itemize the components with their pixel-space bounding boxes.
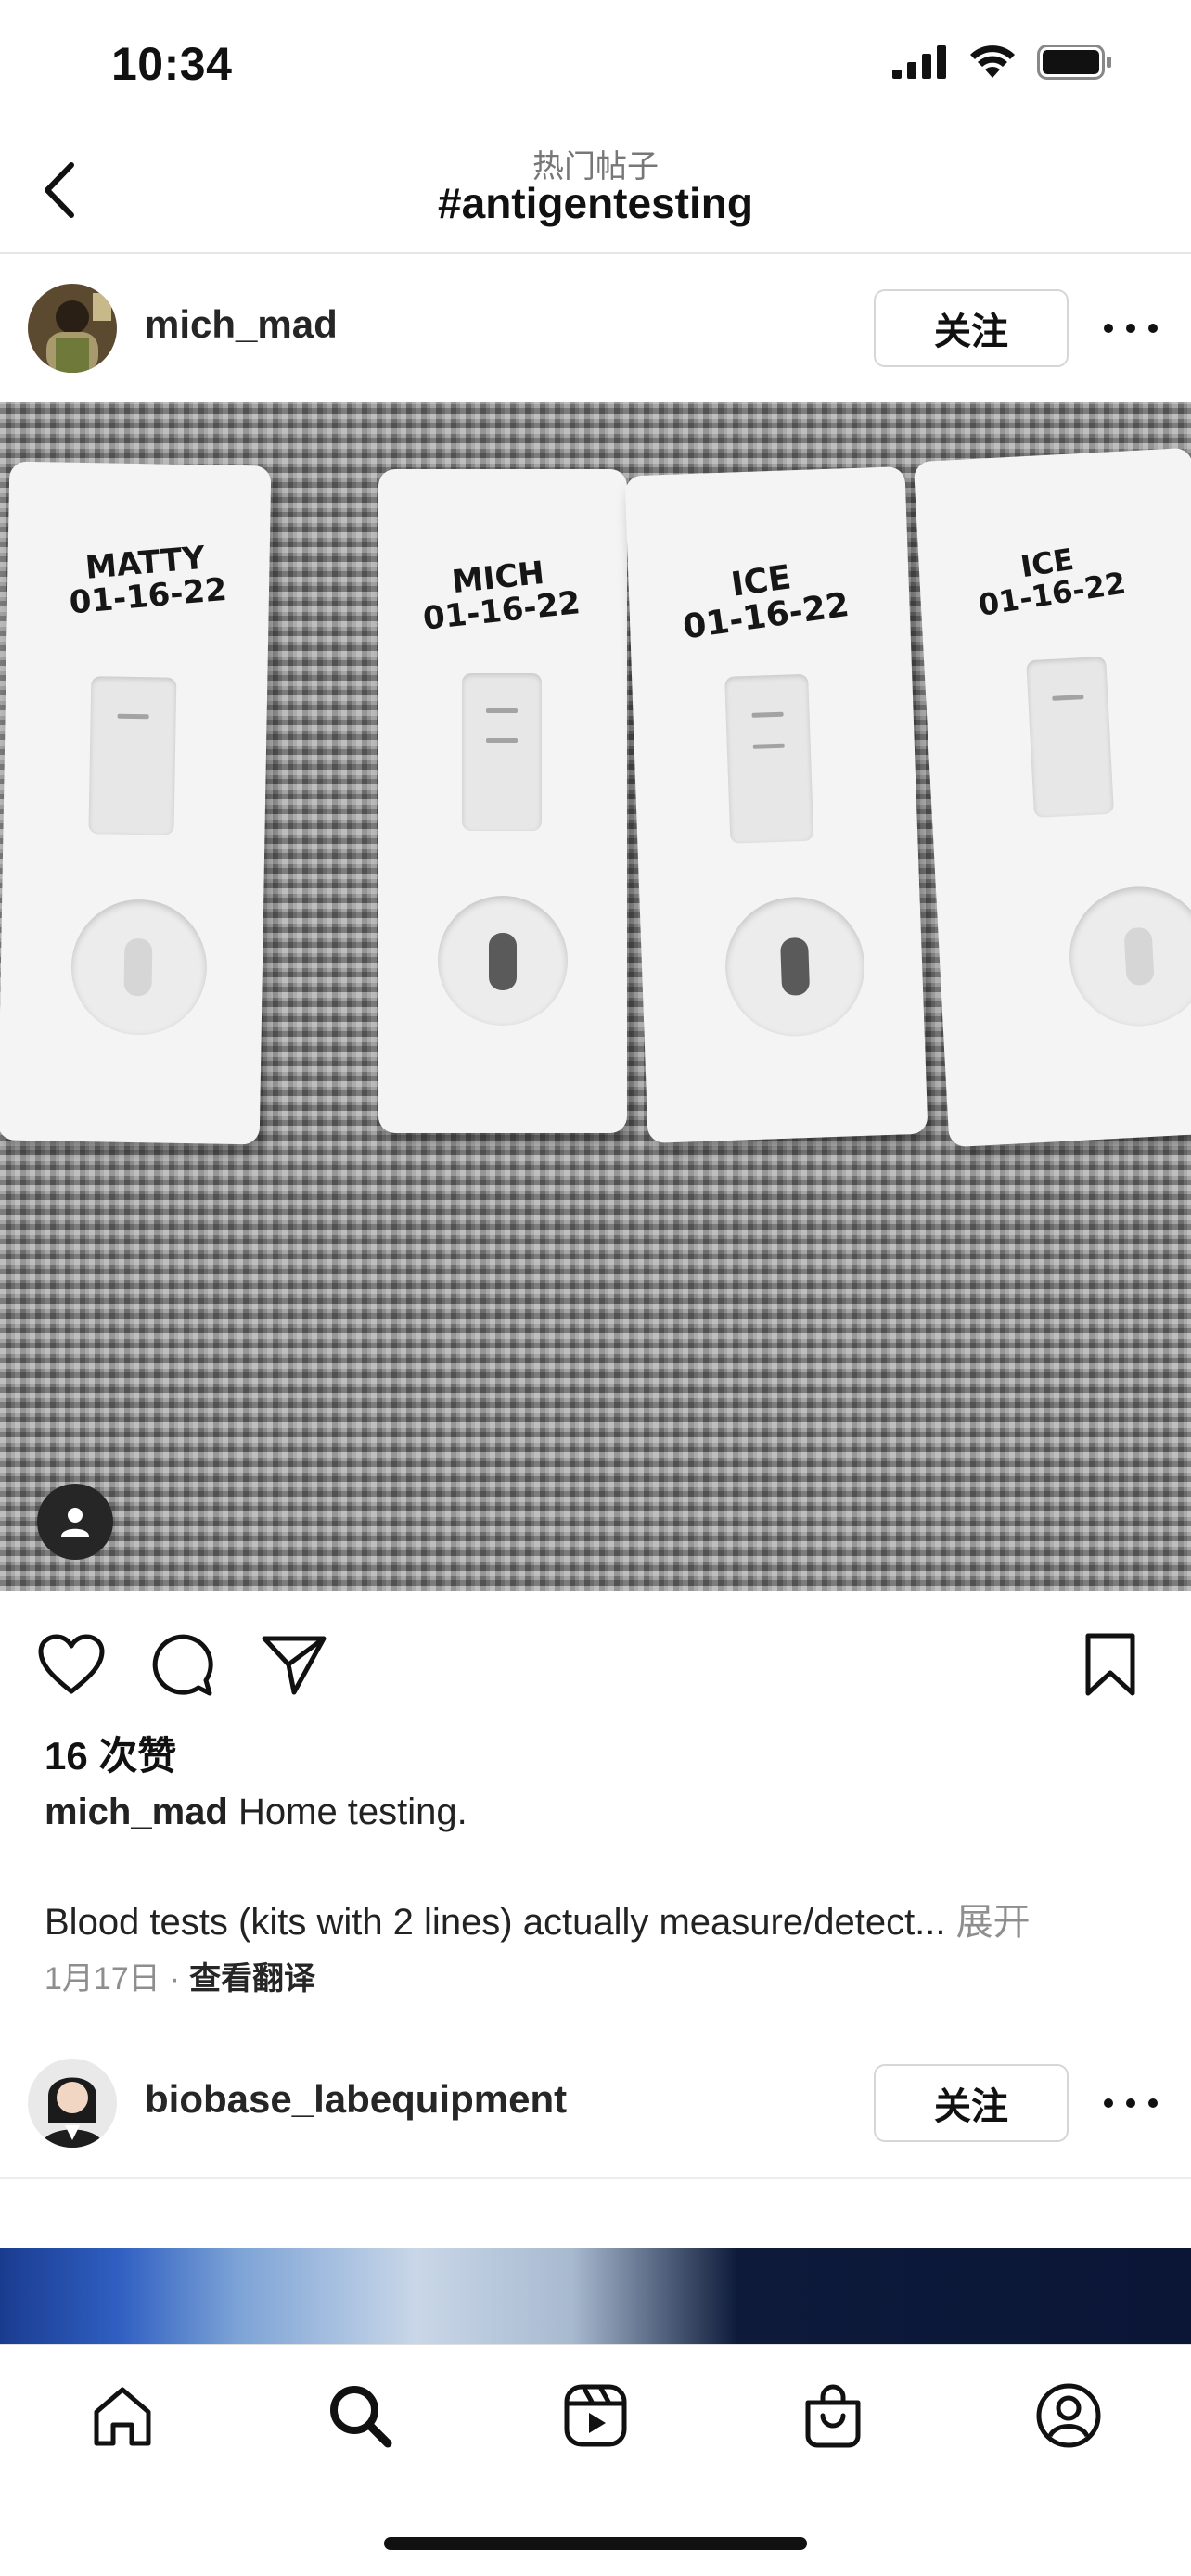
- bookmark-icon: [1085, 1633, 1135, 1696]
- person-icon: [61, 1508, 89, 1537]
- like-count[interactable]: 16 次赞: [45, 1725, 176, 1781]
- test-kit-1: MATTY 01-16-22: [0, 461, 272, 1145]
- post-caption: mich_mad Home testing.: [45, 1792, 467, 1833]
- tab-shop[interactable]: [796, 2378, 870, 2453]
- status-icons: [892, 45, 1113, 80]
- next-post-username[interactable]: biobase_labequipment: [145, 2077, 567, 2122]
- caption-username[interactable]: mich_mad: [45, 1792, 228, 1832]
- battery-icon: [1037, 45, 1111, 80]
- comment-button[interactable]: [147, 1628, 219, 1701]
- kit-label-3: ICE 01-16-22: [680, 558, 852, 647]
- tab-home[interactable]: [85, 2378, 160, 2453]
- avatar[interactable]: [28, 284, 117, 373]
- next-post-photo[interactable]: [0, 2248, 1191, 2346]
- page-header: 热门帖子 #antigentesting: [0, 130, 1191, 254]
- like-button[interactable]: [35, 1628, 108, 1701]
- status-time: 10:34: [111, 38, 233, 90]
- share-button[interactable]: [258, 1628, 330, 1701]
- see-translation-link[interactable]: 查看翻译: [189, 1961, 315, 1996]
- heart-icon: [38, 1634, 105, 1694]
- post-date: 1月17日: [45, 1961, 160, 1996]
- next-more-options-icon[interactable]: [1104, 2085, 1158, 2122]
- send-icon: [262, 1636, 327, 1695]
- expand-link[interactable]: 展开: [956, 1902, 1031, 1943]
- test-kit-2: MICH 01-16-22: [378, 469, 627, 1133]
- next-post-avatar[interactable]: [28, 2059, 117, 2148]
- comment-icon: [152, 1634, 213, 1696]
- wifi-icon: [970, 45, 1015, 78]
- tagged-users-button[interactable]: [37, 1484, 113, 1560]
- page-title: #antigentesting: [438, 179, 753, 227]
- kit-label-4: ICE 01-16-22: [976, 541, 1129, 623]
- test-kit-4: ICE 01-16-22: [913, 447, 1191, 1148]
- kit-label-1: MATTY 01-16-22: [68, 539, 229, 622]
- meta-separator: ·: [169, 1961, 181, 1996]
- cellular-signal-icon: [892, 45, 946, 79]
- search-icon: [330, 2386, 392, 2448]
- profile-icon: [1036, 2383, 1101, 2448]
- post-meta: 1月17日 · 查看翻译: [45, 1953, 315, 1998]
- follow-button[interactable]: 关注: [874, 289, 1069, 367]
- post-username[interactable]: mich_mad: [145, 302, 338, 347]
- home-indicator: [384, 2537, 807, 2550]
- save-button[interactable]: [1074, 1628, 1146, 1701]
- tab-reels[interactable]: [558, 2378, 633, 2453]
- test-kit-3: ICE 01-16-22: [624, 465, 928, 1144]
- post-actions: [0, 1591, 1191, 1730]
- tab-profile[interactable]: [1031, 2378, 1106, 2453]
- tab-search[interactable]: [323, 2378, 397, 2453]
- post-header: mich_mad 关注: [0, 254, 1191, 402]
- home-icon: [94, 2387, 151, 2446]
- kit-label-2: MICH 01-16-22: [421, 554, 583, 638]
- reels-icon: [564, 2384, 627, 2447]
- post-divider: [0, 2177, 1191, 2179]
- more-options-icon[interactable]: [1104, 310, 1158, 347]
- shop-icon: [805, 2384, 861, 2448]
- caption-continued: Blood tests (kits with 2 lines) actually…: [45, 1892, 1031, 1945]
- next-post-header: biobase_labequipment 关注: [0, 2029, 1191, 2177]
- status-bar: 10:34: [0, 0, 1191, 130]
- caption-more-text: Blood tests (kits with 2 lines) actually…: [45, 1902, 946, 1943]
- next-follow-button[interactable]: 关注: [874, 2064, 1069, 2142]
- caption-text: Home testing.: [237, 1792, 467, 1832]
- post-photo[interactable]: MATTY 01-16-22 MICH 01-16-22 ICE 01-16-2…: [0, 402, 1191, 1591]
